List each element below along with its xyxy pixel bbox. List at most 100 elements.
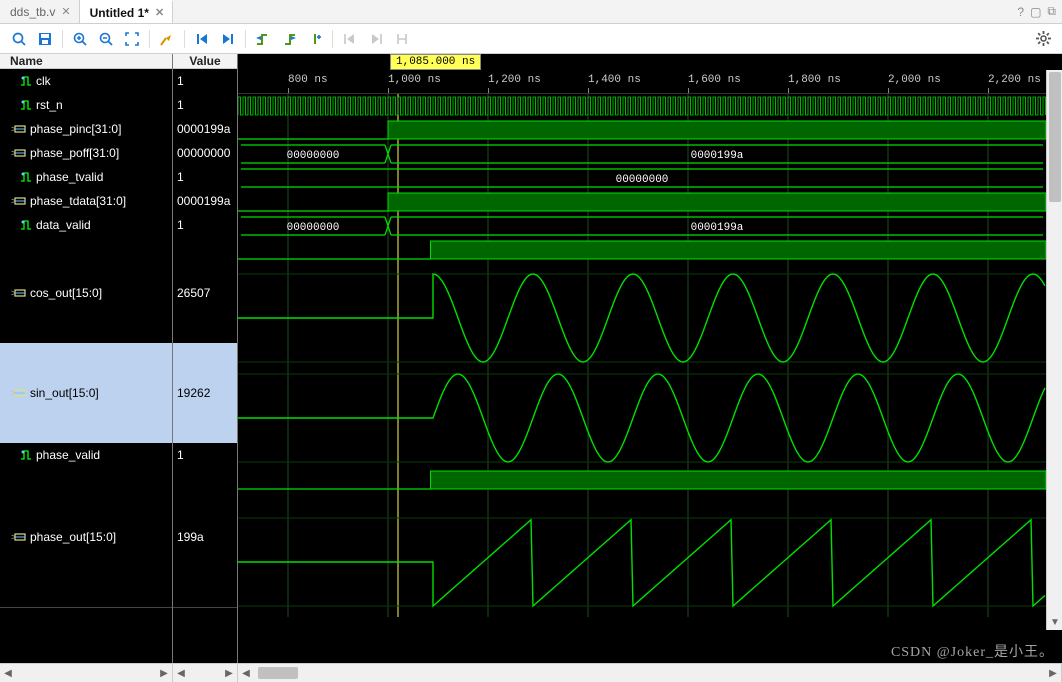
watermark: CSDN @Joker_是小王。 xyxy=(891,641,1054,661)
signal-label: phase_tdata[31:0] xyxy=(30,194,126,208)
signal-value: 0000199a xyxy=(173,189,237,213)
signal-label: clk xyxy=(36,74,51,88)
save-icon[interactable] xyxy=(32,26,58,52)
signal-name-list: clk rst_n phase_pinc[31:0] phase_poff[31… xyxy=(0,69,172,663)
scrollbar-thumb[interactable] xyxy=(258,667,298,679)
signal-value: 1 xyxy=(173,69,237,93)
signal-label: phase_valid xyxy=(36,448,100,462)
prev-marker-icon[interactable] xyxy=(337,26,363,52)
signal-row[interactable]: phase_out[15:0] xyxy=(0,487,172,587)
ruler-tick: 800 ns xyxy=(288,74,328,86)
goto-cursor-icon[interactable] xyxy=(154,26,180,52)
toolbar-separator xyxy=(62,30,63,48)
signal-row[interactable]: phase_tvalid xyxy=(0,165,172,189)
name-column-header[interactable]: Name xyxy=(0,54,172,69)
scrollbar-thumb[interactable] xyxy=(1049,72,1061,202)
signal-label: cos_out[15:0] xyxy=(30,286,102,300)
waveform-canvas[interactable]: 00000000 0000199a 00000000 00000000 0000199a xyxy=(238,94,1062,663)
ruler-tick: 2,000 ns xyxy=(888,74,941,86)
svg-text:00000000: 00000000 xyxy=(616,174,669,186)
tab-label: Untitled 1* xyxy=(90,6,149,20)
ruler-tick: 1,800 ns xyxy=(788,74,841,86)
search-icon[interactable] xyxy=(6,26,32,52)
signal-row[interactable]: phase_pinc[31:0] xyxy=(0,117,172,141)
scroll-left-icon[interactable]: ◀ xyxy=(173,664,189,682)
cursor-time-label[interactable]: 1,085.000 ns xyxy=(390,54,481,70)
toolbar-separator xyxy=(245,30,246,48)
time-ruler[interactable]: 800 ns1,000 ns1,200 ns1,400 ns1,600 ns1,… xyxy=(238,70,1062,94)
ruler-tick: 1,600 ns xyxy=(688,74,741,86)
name-column: Name clk rst_n phase_pinc[31:0] phase_po… xyxy=(0,54,173,663)
tab-dds-tb[interactable]: dds_tb.v ✕ xyxy=(0,0,80,23)
signal-value: 1 xyxy=(173,443,237,467)
svg-text:00000000: 00000000 xyxy=(287,222,340,234)
signal-value: 0000199a xyxy=(173,117,237,141)
signal-value: 199a xyxy=(173,487,237,587)
add-marker-icon[interactable] xyxy=(302,26,328,52)
signal-value: 26507 xyxy=(173,243,237,343)
signal-row[interactable]: rst_n xyxy=(0,93,172,117)
signal-row[interactable]: phase_poff[31:0] xyxy=(0,141,172,165)
tab-untitled-1[interactable]: Untitled 1* ✕ xyxy=(80,0,174,23)
vertical-scrollbar[interactable]: ▲ ▼ xyxy=(1046,70,1062,630)
toolbar-separator xyxy=(332,30,333,48)
signal-value: 1 xyxy=(173,213,237,237)
signal-row[interactable]: sin_out[15:0] xyxy=(0,343,172,443)
signal-value: 19262 xyxy=(173,343,237,443)
help-icon[interactable]: ? xyxy=(1017,5,1024,19)
toolbar-separator xyxy=(149,30,150,48)
ruler-tick: 1,000 ns xyxy=(388,74,441,86)
scroll-left-icon[interactable]: ◀ xyxy=(238,664,254,682)
signal-label: phase_poff[31:0] xyxy=(30,146,119,160)
signal-value: 1 xyxy=(173,93,237,117)
svg-text:0000199a: 0000199a xyxy=(691,222,744,234)
scroll-right-icon[interactable]: ▶ xyxy=(156,664,172,682)
value-column-scrollbar[interactable]: ◀ ▶ xyxy=(173,664,238,682)
value-column: Value 110000199a0000000010000199a1265071… xyxy=(173,54,238,663)
scroll-down-icon[interactable]: ▼ xyxy=(1047,614,1062,630)
settings-icon[interactable] xyxy=(1030,26,1056,52)
signal-row[interactable]: cos_out[15:0] xyxy=(0,243,172,343)
scroll-right-icon[interactable]: ▶ xyxy=(1045,664,1061,682)
signal-row[interactable]: data_valid xyxy=(0,213,172,237)
value-column-header[interactable]: Value xyxy=(173,54,237,69)
signal-value: 1 xyxy=(173,165,237,189)
scroll-right-icon[interactable]: ▶ xyxy=(221,664,237,682)
popout-icon[interactable]: ⧉ xyxy=(1047,4,1056,19)
signal-label: phase_pinc[31:0] xyxy=(30,122,121,136)
close-icon[interactable]: ✕ xyxy=(61,5,70,18)
scroll-left-icon[interactable]: ◀ xyxy=(0,664,16,682)
close-icon[interactable]: ✕ xyxy=(155,6,164,19)
horizontal-scrollbars: ◀ ▶ ◀ ▶ ◀ ▶ xyxy=(0,663,1062,681)
swap-markers-icon[interactable] xyxy=(389,26,415,52)
signal-row[interactable]: phase_tdata[31:0] xyxy=(0,189,172,213)
signal-label: sin_out[15:0] xyxy=(30,386,99,400)
signal-value-list: 110000199a0000000010000199a1265071926211… xyxy=(173,69,237,663)
signal-row[interactable]: clk xyxy=(0,69,172,93)
toolbar xyxy=(0,24,1062,54)
ruler-tick: 2,200 ns xyxy=(988,74,1041,86)
ruler-tick: 1,200 ns xyxy=(488,74,541,86)
goto-end-icon[interactable] xyxy=(215,26,241,52)
signal-label: phase_out[15:0] xyxy=(30,530,116,544)
tab-tools: ? ▢ ⧉ xyxy=(1017,0,1062,23)
zoom-in-icon[interactable] xyxy=(67,26,93,52)
main-area: Name clk rst_n phase_pinc[31:0] phase_po… xyxy=(0,54,1062,663)
wave-area-scrollbar[interactable]: ◀ ▶ xyxy=(238,664,1062,682)
zoom-out-icon[interactable] xyxy=(93,26,119,52)
prev-edge-icon[interactable] xyxy=(250,26,276,52)
toolbar-separator xyxy=(184,30,185,48)
signal-row[interactable]: phase_valid xyxy=(0,443,172,467)
zoom-fit-icon[interactable] xyxy=(119,26,145,52)
name-column-scrollbar[interactable]: ◀ ▶ xyxy=(0,664,173,682)
svg-text:00000000: 00000000 xyxy=(287,150,340,162)
maximize-icon[interactable]: ▢ xyxy=(1030,5,1041,19)
signal-label: rst_n xyxy=(36,98,63,112)
next-edge-icon[interactable] xyxy=(276,26,302,52)
goto-start-icon[interactable] xyxy=(189,26,215,52)
next-marker-icon[interactable] xyxy=(363,26,389,52)
tab-bar: dds_tb.v ✕ Untitled 1* ✕ ? ▢ ⧉ xyxy=(0,0,1062,24)
signal-label: data_valid xyxy=(36,218,91,232)
waveform-area[interactable]: 1,085.000 ns 800 ns1,000 ns1,200 ns1,400… xyxy=(238,54,1062,663)
svg-text:0000199a: 0000199a xyxy=(691,150,744,162)
